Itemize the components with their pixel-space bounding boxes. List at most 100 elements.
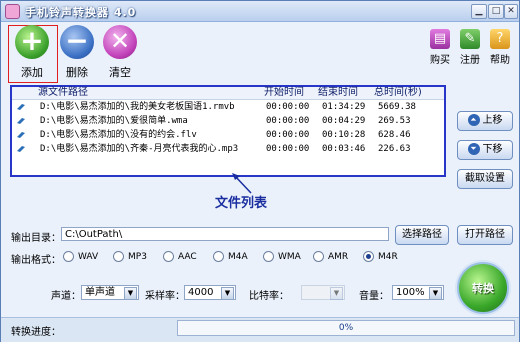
total-time: 628.46 [378, 130, 411, 140]
plus-icon: + [15, 25, 49, 59]
trim-settings-label: 截取设置 [465, 173, 505, 184]
window-title: 手机铃声转换器 4.0 [25, 6, 137, 19]
channel-select[interactable]: 单声道 ▼ [81, 285, 139, 300]
file-row[interactable]: D:\电影\易杰添加的\齐秦-月亮代表我的心.mp3 00:00:00 00:0… [12, 142, 444, 156]
cart-icon: ▤ [430, 29, 450, 49]
close-button[interactable]: ✕ [504, 4, 518, 19]
help-icon: ? [490, 29, 510, 49]
bitrate-label: 比特率： [249, 291, 289, 302]
radio-button-selected [363, 251, 374, 262]
buy-button[interactable]: ▤ 购买 [426, 29, 454, 69]
progress-text: 0% [338, 323, 354, 333]
media-file-icon [17, 118, 25, 124]
choose-path-button[interactable]: 选择路径 [395, 225, 449, 245]
file-path: D:\电影\易杰添加的\我的美女老板国语1.rmvb [40, 102, 235, 112]
format-option-label: WMA [278, 252, 301, 262]
format-radio-amr[interactable]: AMR [313, 251, 348, 263]
title-bar[interactable]: 手机铃声转换器 4.0 ▁ □ ✕ [1, 1, 519, 22]
media-file-icon [17, 146, 25, 152]
file-list-annotation: 文件列表 [215, 196, 268, 211]
register-label: 注册 [460, 55, 480, 66]
add-button[interactable]: + 添加 [8, 25, 56, 81]
channel-value: 单声道 [85, 287, 115, 298]
header-path[interactable]: 源文件路径 [38, 87, 88, 99]
convert-label: 转换 [472, 282, 494, 295]
output-format-label: 输出格式： [11, 255, 61, 266]
end-time: 01:34:29 [322, 102, 366, 112]
header-end-time[interactable]: 结束时间 [318, 87, 358, 99]
file-row[interactable]: D:\电影\易杰添加的\爱很简单.wma 00:00:00 00:04:29 2… [12, 114, 444, 128]
chevron-down-icon[interactable]: ▼ [124, 287, 137, 300]
help-button[interactable]: ? 帮助 [486, 29, 514, 69]
double-chevron-down-icon: ⏷ [467, 143, 480, 155]
file-path: D:\电影\易杰添加的\没有的约会.flv [40, 130, 197, 140]
chevron-down-icon[interactable]: ▼ [221, 287, 234, 300]
format-option-label: M4A [228, 252, 248, 262]
minimize-button[interactable]: ▁ [471, 4, 487, 19]
header-start-time[interactable]: 开始时间 [264, 87, 304, 99]
register-icon: ✎ [460, 29, 480, 49]
delete-label: 删除 [66, 66, 88, 79]
volume-value: 100% [396, 287, 425, 298]
total-time: 5669.38 [378, 102, 416, 112]
file-row[interactable]: D:\电影\易杰添加的\我的美女老板国语1.rmvb 00:00:00 01:3… [12, 100, 444, 114]
format-option-label: WAV [78, 252, 99, 262]
format-option-label: AAC [178, 252, 197, 262]
format-radio-wma[interactable]: WMA [263, 251, 301, 263]
format-radio-aac[interactable]: AAC [163, 251, 197, 263]
radio-button [113, 251, 124, 262]
chevron-down-icon[interactable]: ▼ [330, 287, 343, 300]
format-option-label: AMR [328, 252, 349, 262]
start-time: 00:00:00 [266, 116, 310, 126]
media-file-icon [17, 104, 25, 110]
output-dir-field[interactable]: C:\OutPath\ [61, 227, 389, 241]
chevron-down-icon[interactable]: ▼ [429, 287, 442, 300]
sample-rate-label: 采样率： [145, 291, 185, 302]
open-path-button[interactable]: 打开路径 [457, 225, 513, 245]
header-total-time[interactable]: 总时间(秒) [374, 87, 422, 99]
format-radio-mp3[interactable]: MP3 [113, 251, 147, 263]
radio-button [213, 251, 224, 262]
radio-button [163, 251, 174, 262]
radio-button [63, 251, 74, 262]
format-option-label: M4R [378, 252, 398, 262]
volume-label: 音量： [359, 291, 389, 302]
progress-label: 转换进度： [11, 327, 61, 338]
app-icon [5, 4, 20, 19]
clear-label: 清空 [109, 66, 131, 79]
start-time: 00:00:00 [266, 130, 310, 140]
file-path: D:\电影\易杰添加的\齐秦-月亮代表我的心.mp3 [40, 144, 239, 154]
move-down-label: 下移 [482, 144, 503, 155]
format-radio-m4a[interactable]: M4A [213, 251, 248, 263]
sample-rate-select[interactable]: 4000 ▼ [184, 285, 236, 300]
add-label: 添加 [21, 66, 43, 79]
total-time: 226.63 [378, 144, 411, 154]
file-list-header: 源文件路径 开始时间 结束时间 总时间(秒) [12, 87, 444, 100]
format-option-label: MP3 [128, 252, 147, 262]
channel-label: 声道： [51, 291, 81, 302]
move-up-button[interactable]: ⏶ 上移 [457, 111, 513, 131]
clear-button[interactable]: ✕ 清空 [96, 25, 144, 81]
trim-settings-button[interactable]: 截取设置 [457, 169, 513, 189]
file-row[interactable]: D:\电影\易杰添加的\没有的约会.flv 00:00:00 00:10:28 … [12, 128, 444, 142]
register-button[interactable]: ✎ 注册 [456, 29, 484, 69]
conversion-progress-bar: 0% [177, 320, 515, 336]
start-time: 00:00:00 [266, 144, 310, 154]
bitrate-select[interactable]: ▼ [301, 285, 345, 300]
convert-button[interactable]: 转换 [457, 262, 509, 314]
volume-select[interactable]: 100% ▼ [392, 285, 444, 300]
move-up-label: 上移 [482, 115, 503, 126]
radio-button [313, 251, 324, 262]
media-file-icon [17, 132, 25, 138]
double-chevron-up-icon: ⏶ [467, 114, 480, 126]
delete-button[interactable]: − 删除 [53, 25, 101, 81]
maximize-button[interactable]: □ [488, 4, 504, 19]
buy-label: 购买 [430, 55, 450, 66]
radio-button [263, 251, 274, 262]
file-list[interactable]: 源文件路径 开始时间 结束时间 总时间(秒) D:\电影\易杰添加的\我的美女老… [10, 85, 446, 177]
format-radio-m4r[interactable]: M4R [363, 251, 398, 263]
sample-rate-value: 4000 [188, 287, 214, 298]
format-radio-wav[interactable]: WAV [63, 251, 98, 263]
move-down-button[interactable]: ⏷ 下移 [457, 140, 513, 160]
start-time: 00:00:00 [266, 102, 310, 112]
